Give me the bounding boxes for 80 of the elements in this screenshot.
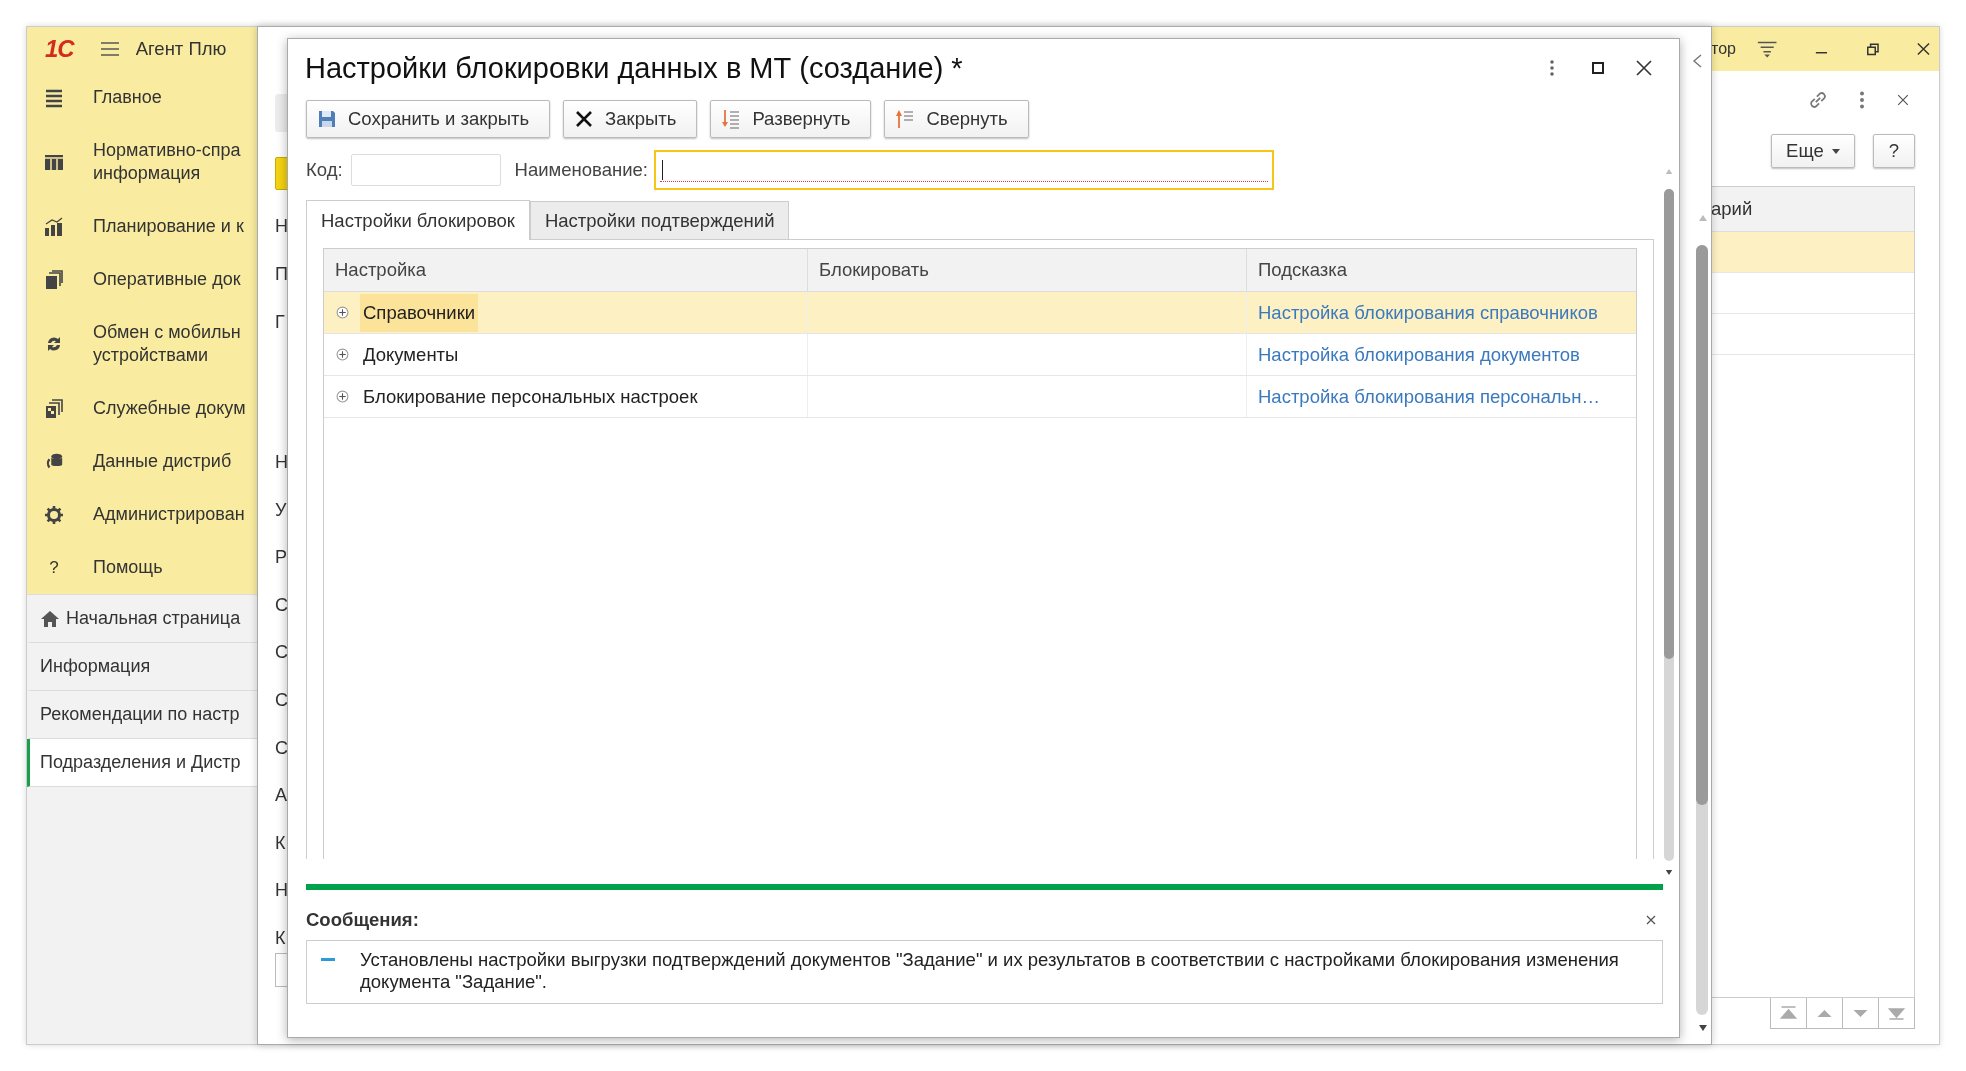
section-link[interactable]: Администрирован [93,503,245,526]
table-cell: Справочники [360,293,479,332]
table-cell-text: Блокирование персональных настроек [362,384,699,409]
toolbar-button[interactable]: Закрыть [563,100,698,138]
tab[interactable]: Настройки подтверждений [529,201,790,239]
first-page-icon[interactable] [1770,998,1807,1029]
field-label: С [275,594,287,615]
field-label: С [275,642,287,663]
section-link[interactable]: Служебные докум [93,397,246,420]
section-link[interactable]: Данные дистриб [93,450,232,473]
messages-title: Сообщения: [306,909,419,931]
table-row[interactable]: Документы Настройка блокирования документов [324,334,1636,376]
collapse-list-icon [895,109,916,129]
field-label: Г [275,312,286,332]
field-label: С [275,737,287,758]
scroll-down-icon[interactable] [1698,1024,1708,1032]
field-label: С [275,689,287,710]
field-label: К [275,832,287,853]
hint-link[interactable]: Настройка блокирования справочников [1258,301,1598,324]
column-header: Настройка [324,249,808,291]
expand-icon[interactable] [336,348,349,361]
message-marker-icon [321,958,335,961]
user-name: тор [1711,40,1736,58]
section-link[interactable]: Главное [93,86,162,109]
name-field[interactable] [654,150,1274,190]
section-link[interactable]: Обмен с мобильн устройствами [93,321,241,367]
code-field[interactable] [350,154,501,186]
field-label: Н [275,216,287,236]
open-page-tab[interactable]: Подразделения и Дистр [27,739,258,787]
columns-icon [44,152,64,172]
hint-link[interactable]: Настройка блокирования персональн… [1258,385,1600,408]
toolbar-button[interactable]: Сохранить и закрыть [306,100,551,138]
caret-icon [1831,148,1840,154]
expand-list-icon [721,109,742,129]
bar-chart-icon [44,216,64,237]
hint-link[interactable]: Настройка блокирования документов [1258,343,1580,366]
table-row[interactable]: Справочники Настройка блокирования справочников [324,292,1636,334]
section-link[interactable]: Нормативно-спра информация [93,139,241,185]
scroll-down-icon[interactable] [1665,869,1673,876]
app-title: Агент Плю [135,38,227,60]
section-link[interactable]: Помощь [93,556,163,579]
field-label: К [275,927,287,948]
section-link[interactable]: Оперативные док [93,268,241,291]
column-header: Подсказка [1257,258,1349,282]
field-label: А [275,785,287,806]
dialog-title: Настройки блокировки данных в МТ (создание) * [305,51,963,85]
menu-icon[interactable] [99,41,120,57]
message-text: Установлены настройки выгрузки подтверждений документов "Задание" и их результатов в соответствии с настройками блокирования изменения документа "Задание". [360,949,1620,993]
filter-icon[interactable] [1755,39,1779,59]
field-label: Код: [306,159,343,181]
help-button[interactable]: ? [1872,134,1915,168]
table-cell-text: Документы [362,342,460,367]
field-label: У [275,499,287,520]
help-icon: ? [49,557,59,578]
section-link[interactable]: Планирование и к [93,215,244,238]
scrollbar[interactable] [1664,189,1674,861]
tab[interactable]: Настройки блокировок [306,200,530,240]
field-label: Н [275,452,287,472]
scrollbar[interactable] [1696,245,1708,1015]
expand-icon[interactable] [336,390,349,403]
field-label: Н [275,880,287,901]
more-button[interactable]: Еще [1771,134,1855,168]
list-icon [44,87,64,108]
documents-icon [44,398,64,419]
column-header: Блокировать [808,249,1247,291]
field-label: Наименование: [514,159,648,181]
column-header: арий [1711,187,1914,232]
link-icon[interactable] [1807,89,1829,111]
last-page-icon[interactable] [1878,998,1915,1029]
toolbar-button[interactable]: Развернуть [710,100,872,138]
field-label: Р [275,547,287,568]
expand-icon[interactable] [336,306,349,319]
logo: 1С [45,35,74,63]
documents-icon [44,269,64,290]
restore-icon[interactable] [1865,41,1881,57]
settings-icon [44,504,64,525]
toolbar-button[interactable]: Свернуть [884,100,1029,138]
save-icon [317,109,337,129]
table-row[interactable]: Блокирование персональных настроек Настройка блокирования персональн… [324,376,1636,418]
field-label: П [275,264,287,284]
